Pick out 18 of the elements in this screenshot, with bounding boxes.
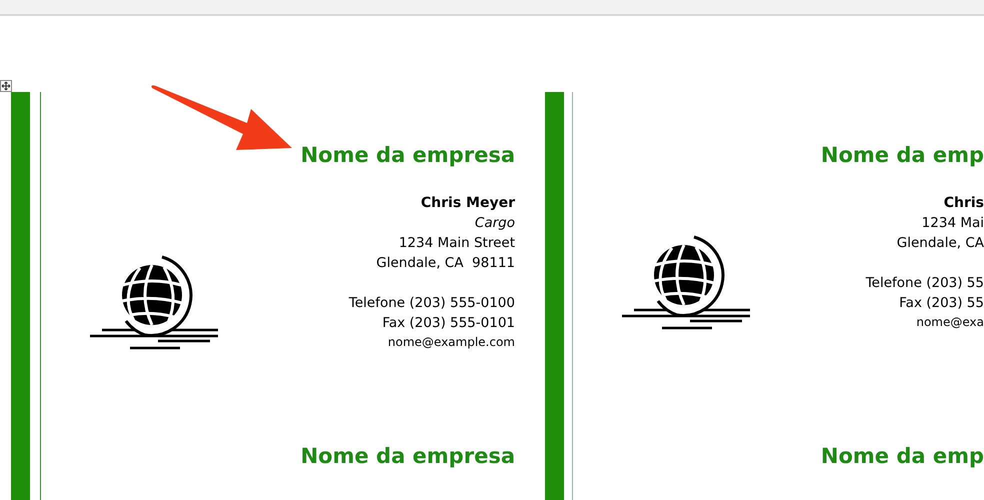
move-handle-icon[interactable] bbox=[0, 80, 12, 92]
fax-number: Fax (203) 555-0101 bbox=[382, 314, 515, 333]
phone-number: Telefone (203) 555-0100 bbox=[348, 294, 515, 313]
address-line: 1234 Main Street bbox=[398, 234, 515, 253]
phone-number: Telefone (203) 55 bbox=[866, 274, 984, 293]
company-name: Nome da empresa bbox=[300, 443, 515, 469]
company-name: Nome da emp bbox=[820, 142, 984, 168]
address-line: Glendale, CA bbox=[896, 234, 984, 253]
person-name: Chris Meyer bbox=[420, 194, 515, 213]
email-address: nome@example.com bbox=[388, 334, 515, 351]
address-line: Glendale, CA 98111 bbox=[376, 254, 515, 273]
person-name: Chris bbox=[944, 194, 984, 213]
email-address: nome@exa bbox=[916, 314, 984, 331]
company-name: Nome da emp bbox=[820, 443, 984, 469]
company-name: Nome da empresa bbox=[300, 142, 515, 168]
fax-number: Fax (203) 55 bbox=[899, 294, 984, 313]
job-title: Cargo bbox=[474, 214, 515, 233]
address-line: 1234 Mai bbox=[922, 214, 984, 233]
